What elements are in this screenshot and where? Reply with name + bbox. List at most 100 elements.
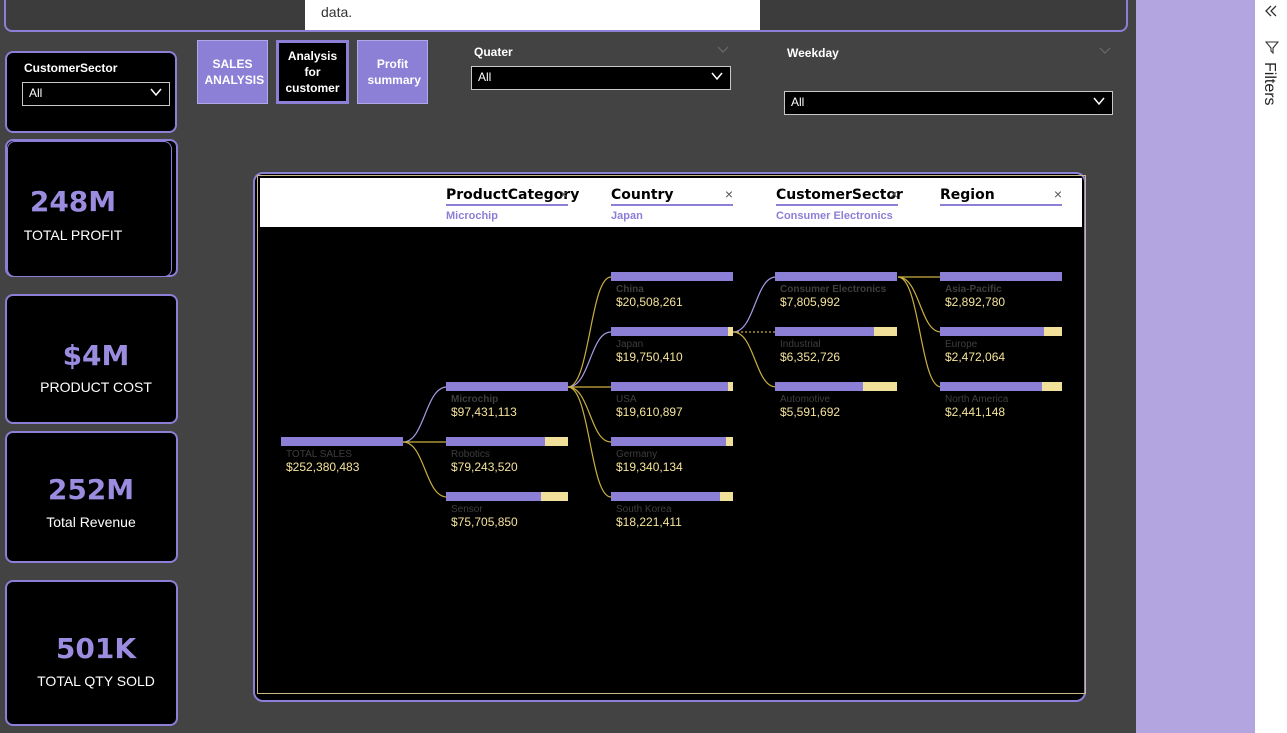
kpi-label: TOTAL QTY SOLD bbox=[37, 673, 155, 689]
node-bar-fill bbox=[446, 437, 545, 446]
node-bar bbox=[611, 492, 733, 501]
dropdown-value: All bbox=[29, 86, 43, 100]
kpi-label: PRODUCT COST bbox=[40, 379, 152, 395]
close-icon[interactable]: × bbox=[560, 186, 568, 202]
close-icon[interactable]: × bbox=[1054, 186, 1062, 202]
weekday-dropdown[interactable]: All bbox=[784, 91, 1113, 115]
kpi-value: 252M bbox=[47, 473, 135, 506]
node-bar bbox=[775, 327, 897, 336]
filters-pane[interactable]: Filters bbox=[1255, 0, 1287, 733]
node-bar bbox=[775, 272, 897, 281]
tooltip-text: data. bbox=[321, 4, 353, 20]
node-bar-fill bbox=[775, 382, 863, 391]
customer-sector-dropdown[interactable]: All bbox=[22, 82, 170, 106]
analysis-for-customer-label: Analysis for customer bbox=[285, 49, 340, 95]
dropdown-value: All bbox=[791, 95, 805, 109]
tree-node-region[interactable]: Europe $2,472,064 bbox=[940, 327, 1062, 364]
node-label: China bbox=[616, 284, 644, 295]
node-value: $2,441,148 bbox=[945, 405, 1006, 419]
tree-node-customer-sector[interactable]: Industrial $6,352,726 bbox=[775, 327, 897, 364]
node-value: $97,431,113 bbox=[451, 405, 517, 419]
node-bar bbox=[611, 437, 733, 446]
dropdown-value: All bbox=[478, 70, 492, 84]
node-bar bbox=[446, 382, 568, 391]
filter-icon bbox=[1265, 41, 1279, 54]
node-value: $2,892,780 bbox=[945, 295, 1006, 309]
node-bar-fill bbox=[940, 327, 1044, 336]
node-bar-fill bbox=[775, 327, 874, 336]
node-value: $5,591,692 bbox=[780, 405, 841, 419]
level-title: Region bbox=[940, 187, 995, 203]
node-bar-fill bbox=[940, 272, 1062, 281]
node-value: $18,221,411 bbox=[616, 515, 682, 529]
level-title: Country bbox=[611, 187, 674, 203]
tree-node-country[interactable]: South Korea $18,221,411 bbox=[611, 492, 733, 529]
tree-node-customer-sector[interactable]: Consumer Electronics $7,805,992 bbox=[775, 272, 897, 309]
sales-analysis-button[interactable]: SALES ANALYSIS bbox=[197, 40, 268, 104]
collapse-icon[interactable] bbox=[1264, 4, 1278, 18]
tree-node-product-category[interactable]: Sensor $75,705,850 bbox=[446, 492, 568, 529]
tree-node-customer-sector[interactable]: Automotive $5,591,692 bbox=[775, 382, 897, 419]
node-label: Europe bbox=[945, 339, 978, 350]
node-bar bbox=[775, 382, 897, 391]
node-bar bbox=[940, 327, 1062, 336]
tree-node-country[interactable]: Germany $19,340,134 bbox=[611, 437, 733, 474]
node-value: $19,340,134 bbox=[616, 460, 683, 474]
tree-node-region[interactable]: Asia-Pacific $2,892,780 bbox=[940, 272, 1062, 309]
profit-summary-button[interactable]: Profit summary bbox=[357, 40, 428, 104]
node-value: $75,705,850 bbox=[451, 515, 518, 529]
node-label: Sensor bbox=[451, 504, 483, 515]
level-underline bbox=[940, 204, 1062, 206]
tree-node-product-category[interactable]: Microchip $97,431,113 bbox=[446, 382, 568, 419]
node-value: $20,508,261 bbox=[616, 295, 683, 309]
node-value: $19,610,897 bbox=[616, 405, 683, 419]
tree-node-total[interactable]: TOTAL SALES $252,380,483 bbox=[281, 437, 403, 474]
level-selected: Consumer Electronics bbox=[776, 210, 893, 222]
node-value: $252,380,483 bbox=[286, 460, 360, 474]
tree-node-country[interactable]: USA $19,610,897 bbox=[611, 382, 733, 419]
node-label: Industrial bbox=[780, 339, 821, 350]
node-bar-fill bbox=[611, 327, 729, 336]
node-bar bbox=[281, 437, 403, 446]
kpi-label: TOTAL PROFIT bbox=[23, 227, 123, 243]
tooltip: data. bbox=[305, 0, 760, 30]
kpi-product-cost: $4M PRODUCT COST bbox=[5, 294, 178, 424]
node-label: Consumer Electronics bbox=[780, 284, 887, 295]
quarter-slicer-title: Quater bbox=[474, 45, 513, 59]
level-header-product-category[interactable]: ProductCategory × Microchip bbox=[446, 186, 579, 222]
weekday-slicer-title: Weekday bbox=[787, 46, 839, 60]
node-bar-fill bbox=[775, 272, 897, 281]
tree-node-country[interactable]: China $20,508,261 bbox=[611, 272, 733, 309]
analysis-for-customer-button[interactable]: Analysis for customer bbox=[276, 40, 349, 104]
chevron-down-icon[interactable] bbox=[717, 45, 729, 55]
close-icon[interactable]: × bbox=[890, 186, 898, 202]
node-bar-fill bbox=[940, 382, 1043, 391]
node-bar bbox=[611, 272, 733, 281]
node-value: $19,750,410 bbox=[616, 350, 683, 364]
level-title: CustomerSector bbox=[776, 187, 903, 203]
tree-node-region[interactable]: North America $2,441,148 bbox=[940, 382, 1062, 419]
tree-node-country[interactable]: Japan $19,750,410 bbox=[611, 327, 733, 364]
chevron-down-icon bbox=[711, 72, 723, 81]
tree-node-product-category[interactable]: Robotics $79,243,520 bbox=[446, 437, 568, 474]
node-label: Robotics bbox=[451, 449, 490, 460]
profit-summary-label: Profit summary bbox=[367, 57, 421, 87]
node-bar-fill bbox=[281, 437, 403, 446]
customer-sector-slicer: CustomerSector All bbox=[5, 51, 177, 133]
close-icon[interactable]: × bbox=[725, 186, 733, 202]
node-bar-fill bbox=[611, 382, 729, 391]
node-bar bbox=[611, 382, 733, 391]
level-header-customer-sector[interactable]: CustomerSector × Consumer Electronics bbox=[776, 186, 903, 222]
node-label: South Korea bbox=[616, 504, 672, 515]
node-value: $6,352,726 bbox=[780, 350, 841, 364]
side-panel bbox=[1136, 0, 1255, 733]
node-label: Germany bbox=[616, 449, 658, 460]
kpi-value: 248M bbox=[29, 185, 117, 218]
node-bar-fill bbox=[611, 437, 726, 446]
level-underline bbox=[446, 204, 568, 206]
chevron-down-icon[interactable] bbox=[1099, 46, 1111, 56]
level-header-country[interactable]: Country × Japan bbox=[611, 186, 733, 222]
quarter-dropdown[interactable]: All bbox=[471, 66, 731, 90]
node-label: Microchip bbox=[451, 394, 499, 405]
level-header-region[interactable]: Region × bbox=[940, 186, 1062, 210]
